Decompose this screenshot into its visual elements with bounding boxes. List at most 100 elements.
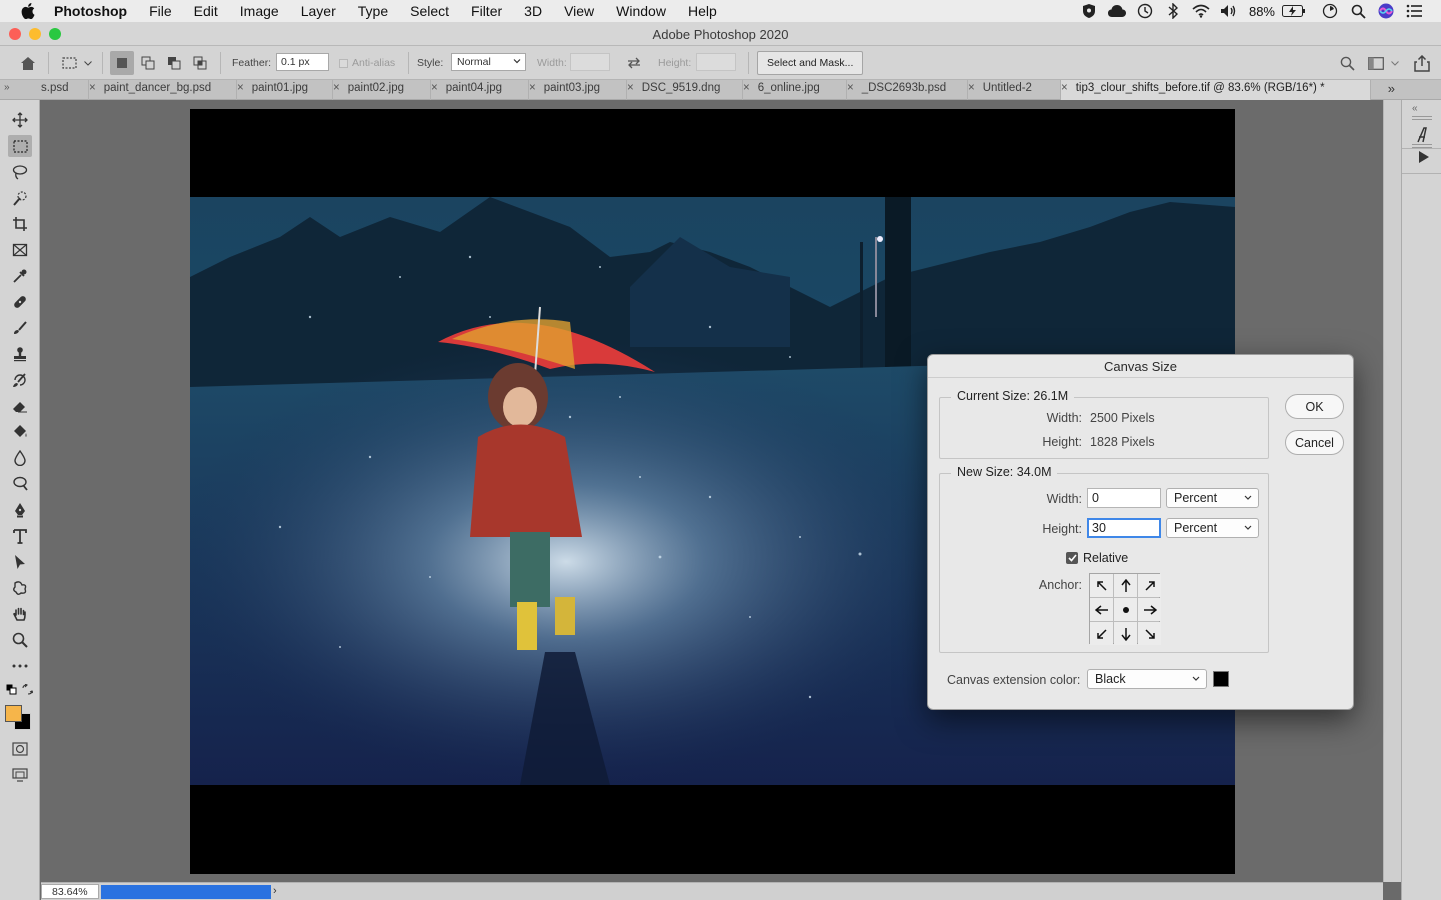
menu-3d[interactable]: 3D (513, 3, 553, 19)
new-selection-icon[interactable] (110, 51, 134, 75)
anchor-top-left-arrow-icon[interactable] (1090, 574, 1113, 597)
spotlight-search-icon[interactable] (1349, 3, 1367, 19)
preset-chevron-down-icon[interactable] (80, 51, 96, 75)
menu-view[interactable]: View (553, 3, 605, 19)
close-tab-icon[interactable]: × (743, 82, 750, 94)
tab-doc[interactable]: × _DSC2693b.psd (847, 80, 968, 100)
tab-doc[interactable]: × 6_online.jpg (743, 80, 847, 100)
notification-center-icon[interactable] (1405, 3, 1423, 19)
anchor-bottom-right-arrow-icon[interactable] (1138, 622, 1161, 645)
brush-tool-icon[interactable] (8, 317, 32, 339)
lasso-tool-icon[interactable] (8, 161, 32, 183)
width-unit-select[interactable]: Percent (1166, 488, 1259, 508)
anchor-bottom-arrow-icon[interactable] (1114, 622, 1137, 645)
anchor-right-arrow-icon[interactable] (1138, 598, 1161, 621)
paint-bucket-tool-icon[interactable] (8, 421, 32, 443)
anchor-top-arrow-icon[interactable] (1114, 574, 1137, 597)
close-tab-icon[interactable]: × (529, 82, 536, 94)
wifi-icon[interactable] (1192, 3, 1210, 19)
menu-window[interactable]: Window (605, 3, 677, 19)
close-tab-icon[interactable]: × (89, 82, 96, 94)
screen-time-icon[interactable] (1321, 3, 1339, 19)
swap-width-height-icon[interactable] (622, 51, 646, 75)
dodge-tool-icon[interactable] (8, 473, 32, 495)
play-actions-icon[interactable] (1413, 146, 1435, 168)
extension-color-select[interactable]: Black (1087, 669, 1207, 689)
menu-select[interactable]: Select (399, 3, 460, 19)
close-tab-icon[interactable]: × (237, 82, 244, 94)
menu-file[interactable]: File (138, 3, 183, 19)
antialias-checkbox[interactable] (336, 51, 350, 75)
height-unit-select[interactable]: Percent (1166, 518, 1259, 538)
tab-active-doc[interactable]: × tip3_clour_shifts_before.tif @ 83.6% (R… (1061, 80, 1371, 100)
menu-help[interactable]: Help (677, 3, 728, 19)
screen-mode-icon[interactable] (8, 764, 32, 786)
tab-doc[interactable]: × paint01.jpg (237, 80, 333, 100)
zoom-tool-icon[interactable] (8, 629, 32, 651)
quick-mask-icon[interactable] (8, 738, 32, 760)
tab-doc[interactable]: × paint02.jpg (333, 80, 431, 100)
pen-tool-icon[interactable] (8, 499, 32, 521)
frame-tool-icon[interactable] (8, 239, 32, 261)
share-icon[interactable] (1410, 51, 1434, 75)
move-tool-icon[interactable] (8, 109, 32, 131)
clone-stamp-tool-icon[interactable] (8, 343, 32, 365)
relative-checkbox[interactable] (1066, 552, 1078, 564)
close-tab-icon[interactable]: × (1061, 82, 1068, 94)
menu-type[interactable]: Type (347, 3, 399, 19)
width-input[interactable] (570, 53, 610, 71)
path-selection-tool-icon[interactable] (8, 551, 32, 573)
tab-doc[interactable]: × paint_dancer_bg.psd (89, 80, 237, 100)
anchor-center-dot-icon[interactable] (1114, 598, 1137, 621)
close-tab-icon[interactable]: × (627, 82, 634, 94)
foreground-color-swatch[interactable] (5, 705, 22, 722)
siri-icon[interactable] (1377, 3, 1395, 19)
close-tab-icon[interactable]: × (968, 82, 975, 94)
app-menu[interactable]: Photoshop (54, 3, 138, 19)
character-panel-icon[interactable] (1412, 124, 1434, 146)
anchor-left-arrow-icon[interactable] (1090, 598, 1113, 621)
tab-doc[interactable]: × DSC_9519.dng (627, 80, 743, 100)
ok-button[interactable]: OK (1285, 394, 1344, 419)
time-machine-icon[interactable] (1136, 3, 1154, 19)
extension-color-swatch[interactable] (1213, 671, 1229, 687)
blur-tool-icon[interactable] (8, 447, 32, 469)
vpn-shield-icon[interactable] (1080, 3, 1098, 19)
menu-layer[interactable]: Layer (290, 3, 347, 19)
collapse-tools-icon[interactable]: » (4, 82, 10, 93)
workspace-chevron-down-icon[interactable] (1388, 51, 1402, 75)
menu-edit[interactable]: Edit (183, 3, 229, 19)
style-select[interactable]: Normal (451, 53, 526, 71)
height-input[interactable] (696, 53, 736, 71)
custom-shape-tool-icon[interactable] (8, 577, 32, 599)
marquee-preset-icon[interactable] (58, 51, 82, 75)
tab-doc[interactable]: × paint03.jpg (529, 80, 627, 100)
swap-colors-icon[interactable] (20, 682, 34, 696)
type-tool-icon[interactable] (8, 525, 32, 547)
feather-input[interactable]: 0.1 px (276, 53, 329, 71)
tab-doc[interactable]: × paint04.jpg (431, 80, 529, 100)
anchor-bottom-left-arrow-icon[interactable] (1090, 622, 1113, 645)
eyedropper-tool-icon[interactable] (8, 265, 32, 287)
workspace-icon[interactable] (1364, 51, 1388, 75)
healing-brush-tool-icon[interactable] (8, 291, 32, 313)
collapse-panel-icon[interactable]: « (1412, 103, 1418, 114)
menu-image[interactable]: Image (229, 3, 290, 19)
vertical-scrollbar[interactable] (1383, 100, 1401, 882)
home-icon[interactable] (16, 51, 40, 75)
battery-icon[interactable] (1282, 3, 1306, 19)
menu-filter[interactable]: Filter (460, 3, 513, 19)
intersect-selection-icon[interactable] (188, 51, 212, 75)
rectangular-marquee-tool-icon[interactable] (8, 135, 32, 157)
tab-doc[interactable]: × Untitled-2 (968, 80, 1061, 100)
tab-doc[interactable]: s.psd (41, 80, 89, 100)
default-colors-icon[interactable] (4, 682, 18, 696)
eraser-tool-icon[interactable] (8, 395, 32, 417)
search-icon[interactable] (1335, 51, 1359, 75)
add-to-selection-icon[interactable] (136, 51, 160, 75)
apple-menu-icon[interactable] (20, 3, 36, 19)
grip-icon[interactable] (1412, 116, 1432, 120)
more-tabs-icon[interactable]: » (1388, 81, 1395, 96)
status-menu-arrow-icon[interactable]: › (273, 885, 277, 897)
history-brush-tool-icon[interactable] (8, 369, 32, 391)
